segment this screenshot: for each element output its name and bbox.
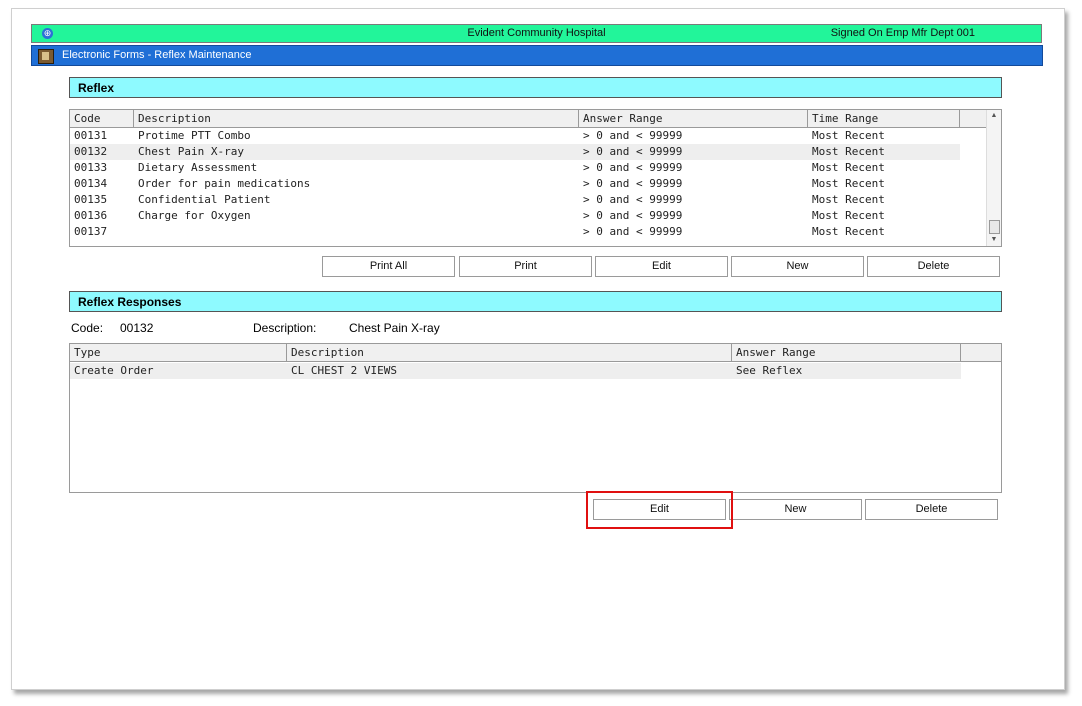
cell-description: CL CHEST 2 VIEWS [291, 364, 397, 377]
cell-time-range: Most Recent [812, 145, 885, 158]
cell-time-range: Most Recent [812, 177, 885, 190]
breadcrumb-bar: Electronic Forms - Reflex Maintenance [31, 45, 1043, 66]
cell-answer-range: See Reflex [736, 364, 803, 377]
cell-time-range: Most Recent [812, 129, 885, 142]
cell-time-range: Most Recent [812, 161, 885, 174]
column-header-code[interactable]: Code [70, 110, 134, 127]
table-row-selected[interactable]: 00132 Chest Pain X-ray > 0 and < 99999 M… [70, 144, 960, 160]
table-row[interactable]: 00131 Protime PTT Combo > 0 and < 99999 … [70, 128, 960, 144]
reflex-responses-section-header: Reflex Responses [69, 291, 1002, 312]
cell-description: Charge for Oxygen [138, 209, 251, 222]
cell-code: 00135 [74, 193, 108, 206]
cell-answer-range: > 0 and < 99999 [583, 129, 683, 142]
table-row[interactable]: 00134 Order for pain medications > 0 and… [70, 176, 960, 192]
response-delete-button[interactable]: Delete [865, 499, 998, 520]
reflex-edit-button[interactable]: Edit [595, 256, 728, 277]
cell-answer-range: > 0 and < 99999 [583, 209, 683, 222]
reflex-section-header: Reflex [69, 77, 1002, 98]
print-all-button[interactable]: Print All [322, 256, 455, 277]
column-header-answer-range[interactable]: Answer Range [579, 110, 808, 127]
cell-description: Chest Pain X-ray [138, 145, 244, 158]
highlight-box [586, 491, 733, 529]
cell-answer-range: > 0 and < 99999 [583, 161, 683, 174]
table-row[interactable]: 00137 > 0 and < 99999 Most Recent [70, 224, 960, 240]
cell-answer-range: > 0 and < 99999 [583, 193, 683, 206]
table-header: Code Description Answer Range Time Range [70, 110, 989, 128]
reflex-responses-table[interactable]: Type Description Answer Range Create Ord… [69, 343, 1002, 493]
cell-description: Dietary Assessment [138, 161, 258, 174]
cell-time-range: Most Recent [812, 209, 885, 222]
column-header-time-range[interactable]: Time Range [808, 110, 960, 127]
cell-code: 00133 [74, 161, 108, 174]
description-label: Description: [253, 321, 317, 335]
cell-description: Protime PTT Combo [138, 129, 251, 142]
cell-answer-range: > 0 and < 99999 [583, 145, 683, 158]
scroll-up-arrow-icon[interactable]: ▲ [987, 110, 1001, 122]
breadcrumb: Electronic Forms - Reflex Maintenance [62, 49, 252, 61]
reflex-delete-button[interactable]: Delete [867, 256, 1000, 277]
response-new-button[interactable]: New [729, 499, 862, 520]
cell-description: Confidential Patient [138, 193, 271, 206]
vertical-scrollbar[interactable]: ▲ ▼ [986, 110, 1001, 246]
title-bar: ⊕ Evident Community Hospital Signed On E… [31, 24, 1042, 43]
column-header-description[interactable]: Description [287, 344, 732, 361]
column-header-answer-range[interactable]: Answer Range [732, 344, 961, 361]
signed-on-status: Signed On Emp Mfr Dept 001 [830, 27, 975, 39]
column-header-type[interactable]: Type [70, 344, 287, 361]
scroll-down-arrow-icon[interactable]: ▼ [987, 234, 1001, 246]
cell-code: 00136 [74, 209, 108, 222]
scroll-thumb[interactable] [989, 220, 1000, 234]
cell-code: 00134 [74, 177, 108, 190]
cell-code: 00131 [74, 129, 108, 142]
cell-answer-range: > 0 and < 99999 [583, 225, 683, 238]
table-row[interactable]: Create Order CL CHEST 2 VIEWS See Reflex [70, 363, 961, 379]
column-header-description[interactable]: Description [134, 110, 579, 127]
reflex-new-button[interactable]: New [731, 256, 864, 277]
cell-time-range: Most Recent [812, 225, 885, 238]
cell-time-range: Most Recent [812, 193, 885, 206]
code-label: Code: [71, 321, 104, 335]
print-button[interactable]: Print [459, 256, 592, 277]
table-row[interactable]: 00136 Charge for Oxygen > 0 and < 99999 … [70, 208, 960, 224]
table-row[interactable]: 00133 Dietary Assessment > 0 and < 99999… [70, 160, 960, 176]
table-row[interactable]: 00135 Confidential Patient > 0 and < 999… [70, 192, 960, 208]
cell-description: Order for pain medications [138, 177, 311, 190]
reflex-table[interactable]: Code Description Answer Range Time Range… [69, 109, 1002, 247]
table-header: Type Description Answer Range [70, 344, 1001, 362]
cell-code: 00137 [74, 225, 108, 238]
description-value: Chest Pain X-ray [349, 321, 440, 335]
code-value: 00132 [120, 321, 154, 335]
book-icon [38, 49, 54, 64]
cell-answer-range: > 0 and < 99999 [583, 177, 683, 190]
cell-code: 00132 [74, 145, 108, 158]
cell-type: Create Order [74, 364, 154, 377]
